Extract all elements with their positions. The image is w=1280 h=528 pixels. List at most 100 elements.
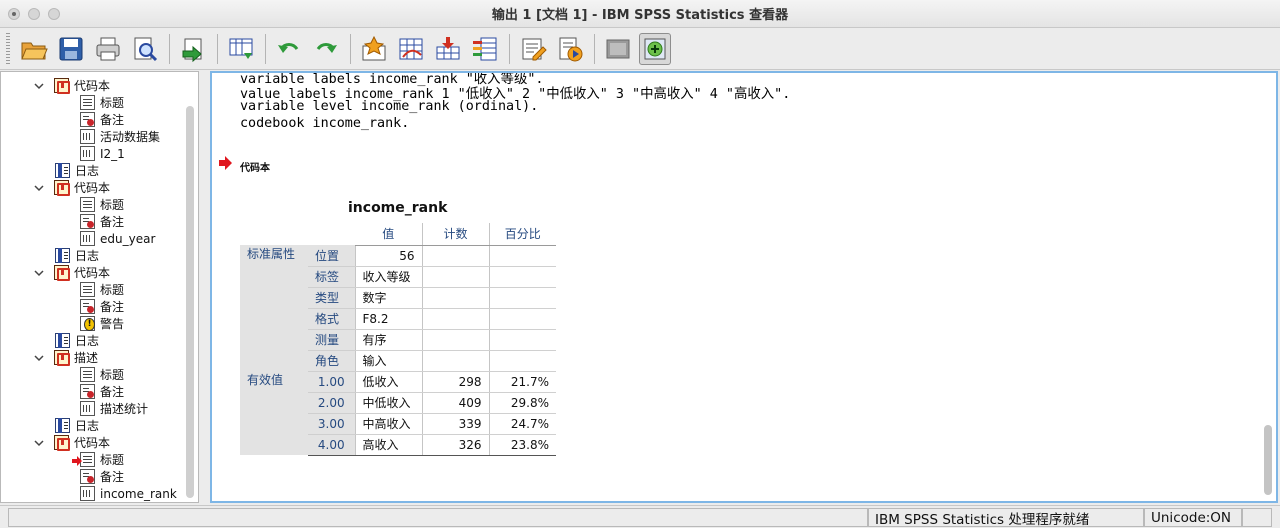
row-label: 2.00 [308,392,355,414]
count-cell: 298 [421,371,489,393]
tree-item[interactable]: 标题 [80,281,124,298]
goto-data-icon[interactable] [225,33,257,65]
current-output-arrow-icon [219,156,232,170]
percent-cell: 21.7% [488,371,556,393]
processor-status: IBM SPSS Statistics 处理程序就绪 [868,508,1144,528]
row-label: 3.00 [308,413,355,435]
tree-item[interactable]: 备注 [80,213,124,230]
pane-divider[interactable] [199,71,209,503]
count-cell [421,350,489,372]
tree-item[interactable]: edu_year [80,230,155,247]
toolbar-separator [350,33,351,64]
zoom-window-button[interactable] [48,8,60,20]
value-cell: 有序 [354,329,422,351]
variables-icon[interactable] [469,33,501,65]
tree-item-label: I2_1 [100,146,125,161]
row-label: 位置 [308,245,355,267]
tree-item[interactable]: 标题 [80,94,124,111]
tree-item-label: 日志 [75,334,100,348]
tree-item[interactable]: 代码本 [34,434,110,451]
tree-item-label: 日志 [75,249,100,263]
gray-box-icon[interactable] [602,33,634,65]
codebook-table[interactable]: 值 计数 百分比 标准属性 位置 56 标签 收入等级 类型 数字 格式 F8.2 测量 有序 角色输… [240,223,556,456]
minimize-window-button[interactable] [28,8,40,20]
tree-item-label: 描述 [74,351,99,365]
collapse-chevron-icon[interactable] [34,353,44,363]
table-icon [80,401,95,416]
table-icon [80,146,95,161]
tree-item-label: 标题 [100,283,125,297]
collapse-chevron-icon[interactable] [34,268,44,278]
output-section-title[interactable]: 代码本 [240,159,270,174]
outline-tree[interactable]: 代码本 标题 备注 活动数据集 I2_1 日志 代码本 标题 备注 edu_year 日志 代码本 标题… [0,71,199,503]
value-cell: 输入 [354,350,422,372]
tree-scrollbar[interactable] [186,106,194,498]
goto-variable-icon[interactable] [395,33,427,65]
print-preview-icon[interactable] [129,33,161,65]
tree-item[interactable]: 代码本 [34,179,110,196]
title-bar: 输出 1 [文档 1] - IBM SPSS Statistics 查看器 [0,0,1280,28]
tree-item[interactable]: 代码本 [34,264,110,281]
toolbar-grip[interactable] [6,32,10,65]
tree-item[interactable]: 标题 [80,451,124,468]
tree-item[interactable]: 标题 [80,196,124,213]
insert-cases-icon[interactable] [432,33,464,65]
tree-item[interactable]: 备注 [80,383,124,400]
syntax-line: codebook income_rank. [240,116,410,131]
export-icon[interactable] [177,33,209,65]
vertical-scrollbar[interactable] [1264,425,1272,495]
toolbar-separator [265,33,266,64]
tree-item[interactable]: 描述统计 [80,400,148,417]
count-cell: 339 [421,413,489,435]
print-icon[interactable] [92,33,124,65]
log-icon [55,418,70,433]
tree-item[interactable]: I2_1 [80,145,125,162]
run-script-icon[interactable] [554,33,586,65]
column-header: 百分比 [488,223,556,246]
tree-item[interactable]: 日志 [55,162,99,179]
tree-item[interactable]: 警告 [80,315,124,332]
tree-item-label: income_rank [100,486,177,501]
tree-item[interactable]: 描述 [34,349,98,366]
tree-item[interactable]: income_rank [80,485,177,502]
tree-item-label: 标题 [100,368,125,382]
save-icon[interactable] [55,33,87,65]
percent-cell [488,266,556,288]
add-output-icon[interactable] [639,32,671,65]
collapse-chevron-icon[interactable] [34,438,44,448]
tree-item[interactable]: 备注 [80,468,124,485]
log-icon [55,333,70,348]
goto-case-icon[interactable] [358,33,390,65]
count-cell [421,287,489,309]
tree-item[interactable]: 代码本 [34,77,110,94]
collapse-chevron-icon[interactable] [34,81,44,91]
value-cell: 中高收入 [354,413,422,435]
codebook-icon [54,265,70,281]
designate-window-icon[interactable] [517,33,549,65]
title-icon [80,452,95,467]
notes-icon [80,469,95,484]
output-viewer[interactable]: variable labels income_rank "收入等级". valu… [210,71,1278,503]
toolbar-separator [594,33,595,64]
row-group-label: 标准属性 [240,245,308,371]
open-folder-icon[interactable] [18,33,50,65]
tree-item-label: 标题 [100,198,125,212]
toolbar [0,28,1280,70]
tree-item[interactable]: 日志 [55,332,99,349]
tree-item[interactable]: 备注 [80,111,124,128]
redo-icon[interactable] [310,33,342,65]
tree-item[interactable]: 备注 [80,298,124,315]
undo-icon[interactable] [273,33,305,65]
tree-item[interactable]: 日志 [55,247,99,264]
tree-item[interactable]: 标题 [80,366,124,383]
close-window-button[interactable] [8,8,20,20]
collapse-chevron-icon[interactable] [34,183,44,193]
title-icon [80,282,95,297]
column-header: 计数 [421,223,489,246]
tree-item[interactable]: 日志 [55,417,99,434]
tree-item-label: 标题 [100,453,125,467]
tree-item[interactable]: 活动数据集 [80,128,160,145]
percent-cell: 23.8% [488,434,556,456]
percent-cell [488,308,556,330]
tree-item-label: 代码本 [74,181,111,195]
